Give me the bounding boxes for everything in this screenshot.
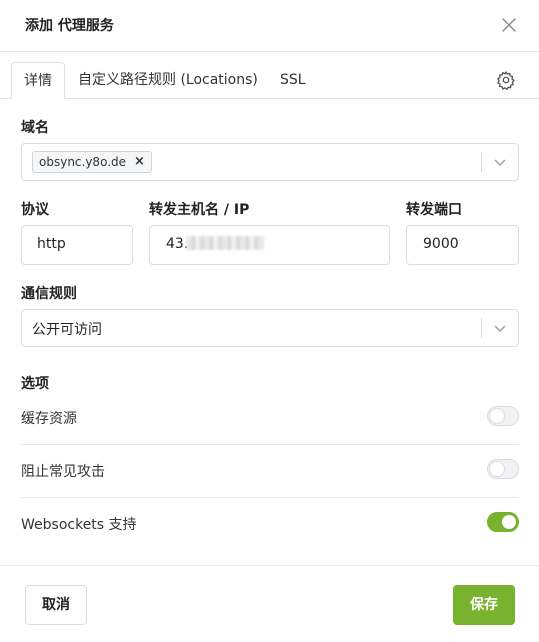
redacted-host-blur <box>186 236 264 250</box>
select-separator <box>481 318 482 338</box>
cache-assets-toggle[interactable] <box>487 406 519 426</box>
select-separator <box>481 152 482 172</box>
domain-label: 域名 <box>21 120 49 136</box>
tab-locations[interactable]: 自定义路径规则 (Locations) <box>78 62 258 98</box>
tab-ssl[interactable]: SSL <box>280 62 306 98</box>
forward-port-label: 转发端口 <box>406 202 462 218</box>
chip-remove-icon[interactable]: × <box>134 152 145 172</box>
close-icon[interactable] <box>499 15 519 35</box>
forward-host-value: 43. <box>166 236 189 252</box>
options-title: 选项 <box>21 376 49 392</box>
forward-port-value: 9000 <box>423 236 459 252</box>
block-exploits-toggle[interactable] <box>487 459 519 479</box>
add-proxy-host-modal: 添加 代理服务 详情 自定义路径规则 (Locations) SSL 域名 ob… <box>0 0 539 641</box>
chevron-down-icon[interactable] <box>492 154 508 170</box>
tab-bar: 详情 自定义路径规则 (Locations) SSL <box>0 52 539 99</box>
option-cache-assets: 缓存资源 <box>21 391 519 445</box>
domain-chip-text: obsync.y8o.de <box>39 155 127 169</box>
websockets-toggle[interactable] <box>487 512 519 532</box>
option-label: Websockets 支持 <box>21 517 137 533</box>
forward-host-label: 转发主机名 / IP <box>149 202 250 218</box>
chevron-down-icon[interactable] <box>492 320 508 336</box>
option-websockets: Websockets 支持 <box>21 497 519 550</box>
save-button[interactable]: 保存 <box>453 585 515 625</box>
toggle-knob <box>490 462 504 476</box>
domain-chip: obsync.y8o.de × <box>32 151 152 173</box>
scheme-value: http <box>37 236 66 252</box>
cancel-button[interactable]: 取消 <box>25 585 87 625</box>
option-block-exploits: 阻止常见攻击 <box>21 444 519 498</box>
modal-header: 添加 代理服务 <box>0 0 539 52</box>
modal-footer: 取消 保存 <box>0 565 539 642</box>
access-label: 通信规则 <box>21 286 77 302</box>
tab-details[interactable]: 详情 <box>11 62 65 99</box>
toggle-knob <box>502 515 516 529</box>
option-label: 缓存资源 <box>21 411 77 427</box>
scheme-label: 协议 <box>21 202 49 218</box>
access-value: 公开可访问 <box>32 322 102 338</box>
option-label: 阻止常见攻击 <box>21 464 105 480</box>
toggle-knob <box>490 409 504 423</box>
modal-title: 添加 代理服务 <box>25 18 114 34</box>
gear-icon[interactable] <box>496 70 516 90</box>
